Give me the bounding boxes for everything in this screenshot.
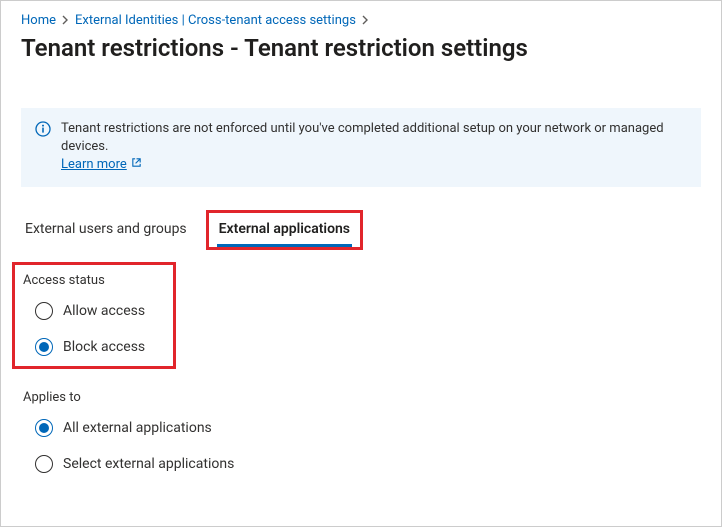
applies-to-section: Applies to All external applications Sel… bbox=[23, 390, 701, 473]
radio-block-access-label: Block access bbox=[63, 339, 145, 355]
highlight-box-tab: External applications bbox=[206, 210, 363, 250]
info-icon bbox=[35, 121, 51, 141]
tab-external-applications[interactable]: External applications bbox=[217, 215, 352, 247]
info-banner: Tenant restrictions are not enforced unt… bbox=[21, 108, 701, 187]
applies-to-label: Applies to bbox=[23, 390, 701, 405]
radio-all-external-applications-label: All external applications bbox=[63, 420, 212, 436]
page-title: Tenant restrictions - Tenant restriction… bbox=[21, 34, 701, 62]
radio-allow-access-label: Allow access bbox=[63, 303, 145, 319]
radio-select-external-applications[interactable]: Select external applications bbox=[35, 455, 701, 473]
chevron-right-icon bbox=[362, 15, 369, 27]
highlight-box-access-status: Access status Allow access Block access bbox=[12, 262, 176, 369]
tab-external-users-groups[interactable]: External users and groups bbox=[23, 215, 189, 247]
radio-all-external-applications[interactable]: All external applications bbox=[35, 419, 701, 437]
external-link-icon bbox=[131, 156, 142, 174]
breadcrumb-home[interactable]: Home bbox=[21, 13, 56, 28]
access-status-section: Access status Allow access Block access bbox=[23, 273, 701, 356]
breadcrumb: Home External Identities | Cross-tenant … bbox=[21, 13, 701, 28]
radio-icon bbox=[35, 455, 53, 473]
radio-allow-access[interactable]: Allow access bbox=[35, 302, 145, 320]
info-banner-text: Tenant restrictions are not enforced unt… bbox=[61, 121, 664, 154]
chevron-right-icon bbox=[62, 15, 69, 27]
breadcrumb-external-identities[interactable]: External Identities | Cross-tenant acces… bbox=[75, 13, 356, 28]
tabs: External users and groups External appli… bbox=[21, 215, 701, 247]
radio-block-access[interactable]: Block access bbox=[35, 338, 145, 356]
radio-icon bbox=[35, 302, 53, 320]
access-status-label: Access status bbox=[23, 273, 145, 288]
radio-icon bbox=[35, 338, 53, 356]
learn-more-label: Learn more bbox=[61, 156, 127, 174]
learn-more-link[interactable]: Learn more bbox=[61, 156, 142, 174]
radio-icon bbox=[35, 419, 53, 437]
radio-select-external-applications-label: Select external applications bbox=[63, 456, 234, 472]
